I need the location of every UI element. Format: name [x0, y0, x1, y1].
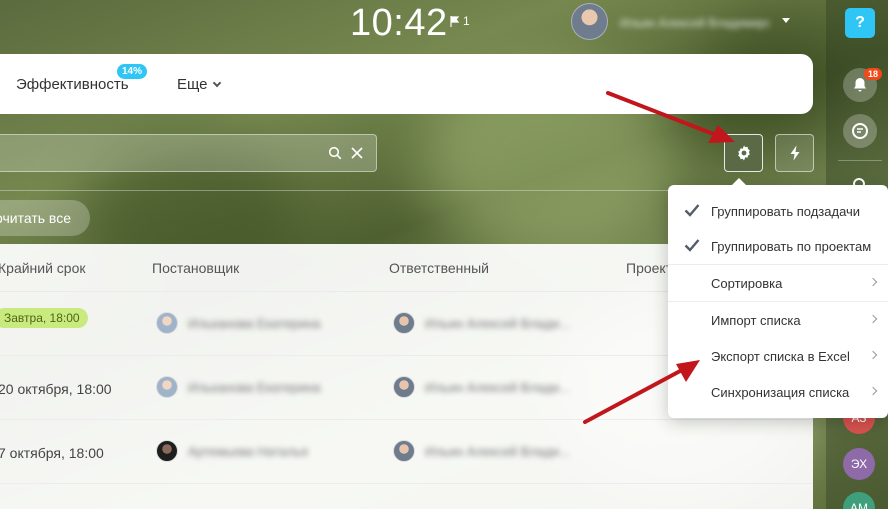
table-row[interactable]: 7 октября, 18:00 Артемьева Наталья Ильин… — [0, 420, 813, 484]
clock: 10:42 — [350, 2, 448, 44]
settings-button[interactable] — [724, 134, 763, 172]
menu-item-label: Импорт списка — [711, 312, 801, 328]
contact-avatar[interactable]: ЭХ — [843, 448, 875, 480]
menu-item-group-projects[interactable]: Группировать по проектам — [668, 228, 888, 264]
avatar — [393, 440, 415, 462]
menu-item-sorting[interactable]: Сортировка — [668, 265, 888, 301]
responsible-cell[interactable]: Ильин Алексей Влади... — [393, 312, 570, 334]
responsible-name: Ильин Алексей Влади... — [425, 315, 570, 331]
avatar — [393, 312, 415, 334]
user-avatar[interactable] — [571, 3, 608, 40]
search-icon[interactable] — [328, 146, 342, 160]
flag-count: 1 — [463, 14, 470, 28]
menu-item-label: Группировать подзадачи — [711, 203, 861, 219]
menu-item-label: Синхронизация списка — [711, 384, 850, 400]
read-all-button[interactable]: очитать все — [0, 200, 90, 236]
chat-icon — [852, 123, 868, 139]
efficiency-badge: 14% — [117, 64, 148, 79]
avatar — [156, 376, 178, 398]
creator-cell[interactable]: Ильканова Екатерина — [156, 312, 320, 334]
menu-item-label: Экспорт списка в Excel — [711, 348, 850, 364]
close-icon[interactable] — [350, 146, 364, 160]
nav-more-label: Еще — [177, 76, 208, 93]
user-menu-caret-icon[interactable] — [782, 18, 790, 23]
responsible-cell[interactable]: Ильин Алексей Влади... — [393, 376, 570, 398]
check-icon — [684, 204, 700, 217]
creator-name: Ильканова Екатерина — [188, 315, 321, 331]
chevron-right-icon — [868, 277, 878, 287]
chevron-right-icon — [868, 386, 878, 396]
menu-item-label: Группировать по проектам — [711, 238, 872, 254]
menu-item-group-subtasks[interactable]: Группировать подзадачи — [668, 193, 888, 229]
flag-icon — [450, 15, 459, 27]
menu-item-import[interactable]: Импорт списка — [668, 302, 888, 338]
lightning-icon — [790, 145, 799, 161]
menu-item-sync[interactable]: Синхронизация списка — [668, 374, 888, 410]
creator-name: Ильканова Екатерина — [188, 379, 321, 395]
responsible-cell[interactable]: Ильин Алексей Влади... — [393, 440, 570, 462]
gear-icon — [737, 145, 750, 161]
chevron-right-icon — [868, 314, 878, 324]
chat-button[interactable] — [843, 114, 877, 148]
column-header-creator[interactable]: Постановщик — [152, 260, 239, 276]
deadline-text[interactable]: 7 октября, 18:00 — [0, 445, 104, 461]
column-header-responsible[interactable]: Ответственный — [389, 260, 489, 276]
column-header-project[interactable]: Проект — [626, 260, 672, 276]
robots-button[interactable] — [775, 134, 814, 172]
flag-counter[interactable]: 1 — [450, 14, 470, 28]
column-header-deadline[interactable]: Крайний срок — [0, 260, 86, 276]
avatar — [156, 440, 178, 462]
nav-item-efficiency[interactable]: Эффективность — [16, 76, 129, 93]
avatar — [393, 376, 415, 398]
search-input[interactable] — [0, 134, 377, 172]
creator-cell[interactable]: Ильканова Екатерина — [156, 376, 320, 398]
menu-item-label: Сортировка — [711, 275, 783, 291]
responsible-name: Ильин Алексей Влади... — [425, 379, 570, 395]
help-button[interactable]: ? — [845, 8, 875, 38]
avatar — [156, 312, 178, 334]
chevron-right-icon — [868, 350, 878, 360]
user-name[interactable]: Ильин Алексей Владимирович — [620, 16, 770, 30]
deadline-text[interactable]: 20 октября, 18:00 — [0, 381, 112, 397]
side-divider — [838, 160, 882, 161]
responsible-name: Ильин Алексей Влади... — [425, 443, 570, 459]
settings-dropdown-menu: Группировать подзадачи Группировать по п… — [668, 178, 888, 418]
creator-name: Артемьева Наталья — [188, 443, 308, 459]
top-navigation: Эффективность 14% Еще — [0, 54, 813, 114]
notifications-badge: 18 — [864, 68, 883, 80]
chevron-down-icon — [212, 78, 221, 88]
creator-cell[interactable]: Артемьева Наталья — [156, 440, 308, 462]
deadline-chip[interactable]: Завтра, 18:00 — [0, 308, 88, 328]
check-icon — [684, 239, 700, 252]
menu-item-export-excel[interactable]: Экспорт списка в Excel — [668, 338, 888, 374]
nav-item-more[interactable]: Еще — [177, 76, 221, 93]
